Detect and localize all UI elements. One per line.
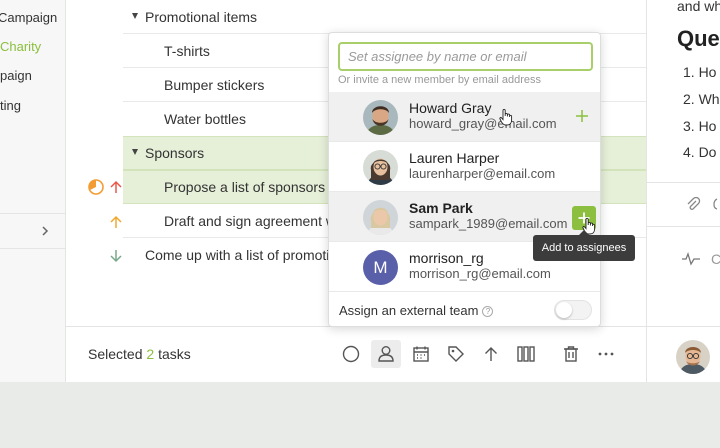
divider <box>647 182 720 183</box>
list-item: 4. Do <box>683 144 717 160</box>
divider <box>647 326 720 327</box>
priority-medium-arrow-icon[interactable] <box>109 215 123 229</box>
external-team-label: Assign an external team? <box>339 303 494 318</box>
due-date-button[interactable] <box>406 340 436 368</box>
assignee-name: Howard Gray <box>409 100 492 116</box>
circle-status-icon <box>342 345 360 363</box>
assignee-name: Lauren Harper <box>409 150 500 166</box>
list-item: 3. Ho <box>683 118 717 134</box>
assignee-email: howard_gray@email.com <box>409 116 557 131</box>
avatar[interactable] <box>676 340 710 374</box>
avatar <box>363 200 398 235</box>
task-title: T-shirts <box>164 43 210 59</box>
selection-toolbar: Selected 2 tasks <box>66 326 646 382</box>
chevron-right-icon[interactable] <box>40 224 50 238</box>
in-progress-icon[interactable] <box>87 178 105 196</box>
help-icon[interactable]: ? <box>482 306 494 317</box>
assignee-email: morrison_rg@email.com <box>409 266 551 281</box>
avatar <box>363 150 398 185</box>
more-icon <box>598 352 614 356</box>
task-title: Draft and sign agreement w <box>164 213 336 229</box>
section-heading: Que <box>677 26 720 51</box>
assignee-option-howard-gray[interactable]: Howard Gray howard_gray@email.com <box>329 92 600 142</box>
task-title: Bumper stickers <box>164 77 265 93</box>
app-window: Campaign Charity paign ting Promotional … <box>0 0 720 382</box>
link-icon[interactable] <box>711 196 720 212</box>
priority-high-arrow-icon[interactable] <box>109 180 123 194</box>
assignee-popup: Or invite a new member by email address … <box>328 32 601 327</box>
external-team-toggle[interactable] <box>554 300 592 320</box>
selected-count: 2 <box>146 346 155 362</box>
task-title: Propose a list of sponsors <box>164 179 326 195</box>
person-assign-icon <box>378 346 394 362</box>
selected-prefix: Selected <box>88 346 143 362</box>
assign-button[interactable] <box>371 340 401 368</box>
assignee-name: Sam Park <box>409 200 473 216</box>
collapse-triangle-icon[interactable] <box>132 13 138 19</box>
task-detail-panel: and wh Que 1. Ho 2. Wh 3. Ho 4. Do C <box>646 0 720 382</box>
selected-suffix: tasks <box>158 346 191 362</box>
tag-button[interactable] <box>441 340 471 368</box>
attachment-icon[interactable] <box>685 196 701 212</box>
calendar-icon <box>413 346 429 362</box>
sidebar-divider <box>0 248 65 249</box>
plus-icon[interactable] <box>575 109 589 123</box>
description-text: and wh <box>677 0 720 14</box>
selection-count-text: Selected 2 tasks <box>88 346 191 362</box>
comment-placeholder: C <box>711 251 720 267</box>
tag-icon <box>448 346 464 362</box>
list-item: 2. Wh <box>683 91 720 107</box>
task-title: Water bottles <box>164 111 246 127</box>
assignee-email: laurenharper@email.com <box>409 166 556 181</box>
hand-cursor-icon <box>499 108 513 126</box>
task-title: Promotional items <box>145 9 258 25</box>
task-title: Come up with a list of promotio <box>145 247 338 263</box>
task-row[interactable]: Promotional items <box>66 0 646 34</box>
sidebar-item-charity[interactable]: Charity <box>0 39 41 54</box>
sidebar-divider <box>0 213 65 214</box>
sidebar: Campaign Charity paign ting <box>0 0 66 382</box>
sidebar-item-campaign[interactable]: Campaign <box>0 10 57 25</box>
assignee-name: morrison_rg <box>409 250 484 266</box>
more-button[interactable] <box>591 340 621 368</box>
sidebar-item-marketing[interactable]: ting <box>0 98 21 113</box>
avatar-initial: M <box>363 250 398 285</box>
activity-icon[interactable] <box>681 252 701 266</box>
external-team-text: Assign an external team <box>339 303 479 318</box>
assignee-email: sampark_1989@email.com <box>409 216 568 231</box>
avatar <box>363 100 398 135</box>
collapse-triangle-icon[interactable] <box>132 149 138 155</box>
task-title: Sponsors <box>145 145 205 161</box>
columns-icon <box>517 346 535 362</box>
priority-button[interactable] <box>476 340 506 368</box>
sidebar-item-campaign-2[interactable]: paign <box>0 68 32 83</box>
priority-low-arrow-icon[interactable] <box>109 249 123 263</box>
arrow-up-icon <box>485 347 497 361</box>
delete-button[interactable] <box>556 340 586 368</box>
assignee-search-input[interactable] <box>338 42 593 71</box>
move-to-column-button[interactable] <box>511 340 541 368</box>
list-item: 1. Ho <box>683 64 717 80</box>
add-to-assignees-tooltip: Add to assignees <box>533 230 635 261</box>
divider <box>647 226 720 227</box>
background-area <box>0 382 720 448</box>
invite-hint: Or invite a new member by email address <box>338 74 541 86</box>
assignee-option-lauren-harper[interactable]: Lauren Harper laurenharper@email.com <box>329 142 600 192</box>
trash-icon <box>564 346 578 362</box>
status-button[interactable] <box>336 340 366 368</box>
